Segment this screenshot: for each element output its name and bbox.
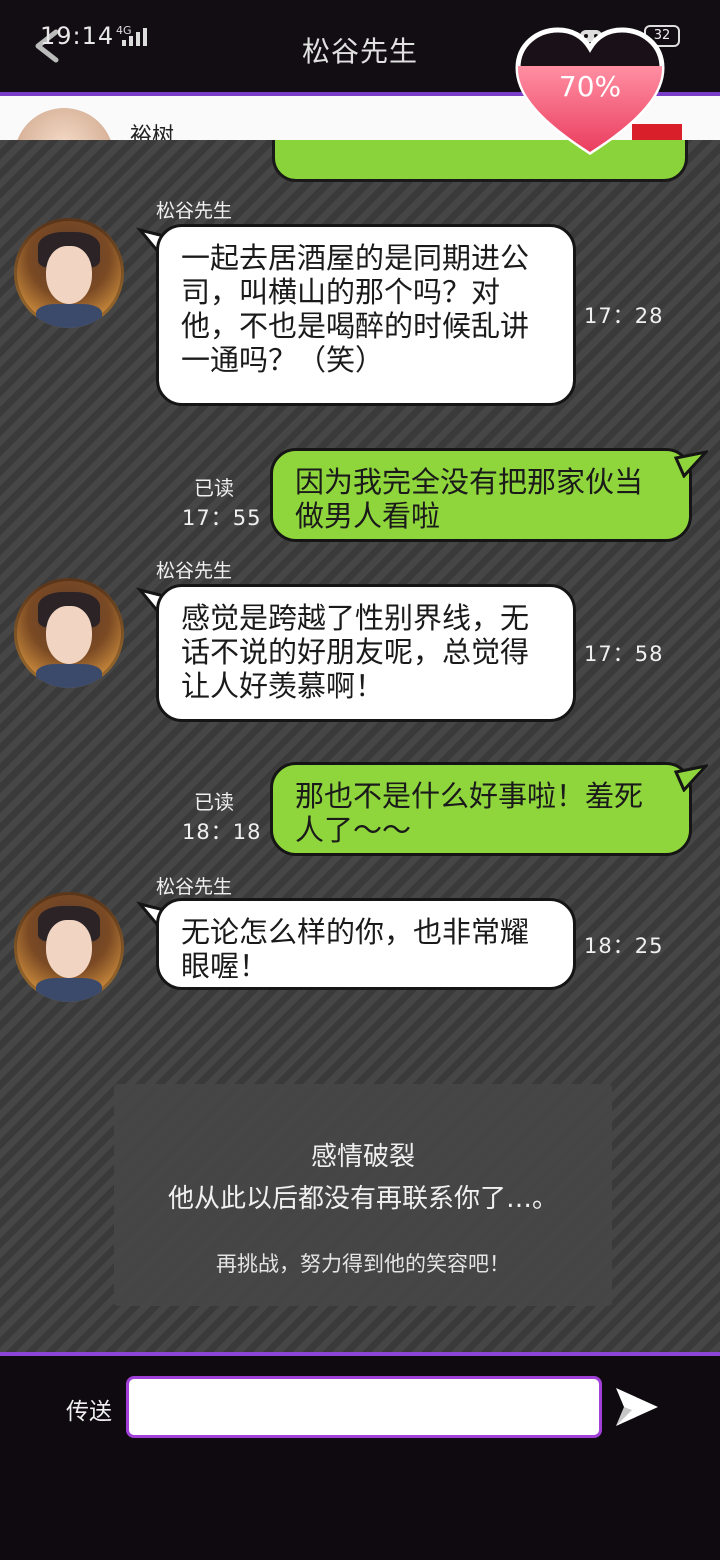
bubble-tail	[674, 450, 708, 478]
affection-value: 70%	[558, 70, 622, 103]
composer-bar: 传送	[0, 1356, 720, 1560]
message-time: 18：25	[584, 934, 664, 958]
read-status: 已读	[194, 476, 234, 500]
message-time: 17：55	[182, 506, 262, 530]
send-label: 传送	[66, 1399, 112, 1425]
message-time: 17：58	[584, 642, 664, 666]
contact-avatar	[14, 108, 114, 140]
incoming-message-bubble: 无论怎么样的你，也非常耀眼喔！	[156, 898, 576, 990]
message-time: 17：28	[584, 304, 664, 328]
message-sender: 松谷先生	[156, 876, 233, 898]
message-sender: 松谷先生	[156, 560, 233, 582]
read-status: 已读	[194, 790, 234, 814]
result-title: 感情破裂	[310, 1142, 415, 1172]
avatar[interactable]	[14, 218, 124, 328]
outgoing-message-bubble: 那也不是什么好事啦！羞死人了～～	[270, 762, 692, 856]
message-sender: 松谷先生	[156, 200, 233, 222]
incoming-message-bubble: 感觉是跨越了性别界线，无话不说的好朋友呢，总觉得让人好羡慕啊！	[156, 584, 576, 722]
message-input[interactable]	[126, 1376, 602, 1438]
retry-hint: 再挑战，努力得到他的笑容吧！	[216, 1252, 510, 1276]
incoming-message-bubble: 一起去居酒屋的是同期进公司，叫横山的那个吗？对他，不也是喝醉的时候乱讲一通吗？（…	[156, 224, 576, 406]
send-icon[interactable]	[612, 1384, 662, 1430]
message-time: 18：18	[182, 820, 262, 844]
outgoing-message-bubble: 因为我完全没有把那家伙当做男人看啦	[270, 448, 692, 542]
chat-area[interactable]: 松谷先生 一起去居酒屋的是同期进公司，叫横山的那个吗？对他，不也是喝醉的时候乱讲…	[0, 140, 720, 1352]
result-message: 他从此以后都没有再联系你了…。	[167, 1184, 558, 1214]
bubble-tail	[674, 764, 708, 792]
avatar[interactable]	[14, 892, 124, 1002]
avatar[interactable]	[14, 578, 124, 688]
result-panel: 感情破裂 他从此以后都没有再联系你了…。 再挑战，努力得到他的笑容吧！	[114, 1084, 612, 1306]
contact-name: 裕树	[130, 124, 175, 140]
